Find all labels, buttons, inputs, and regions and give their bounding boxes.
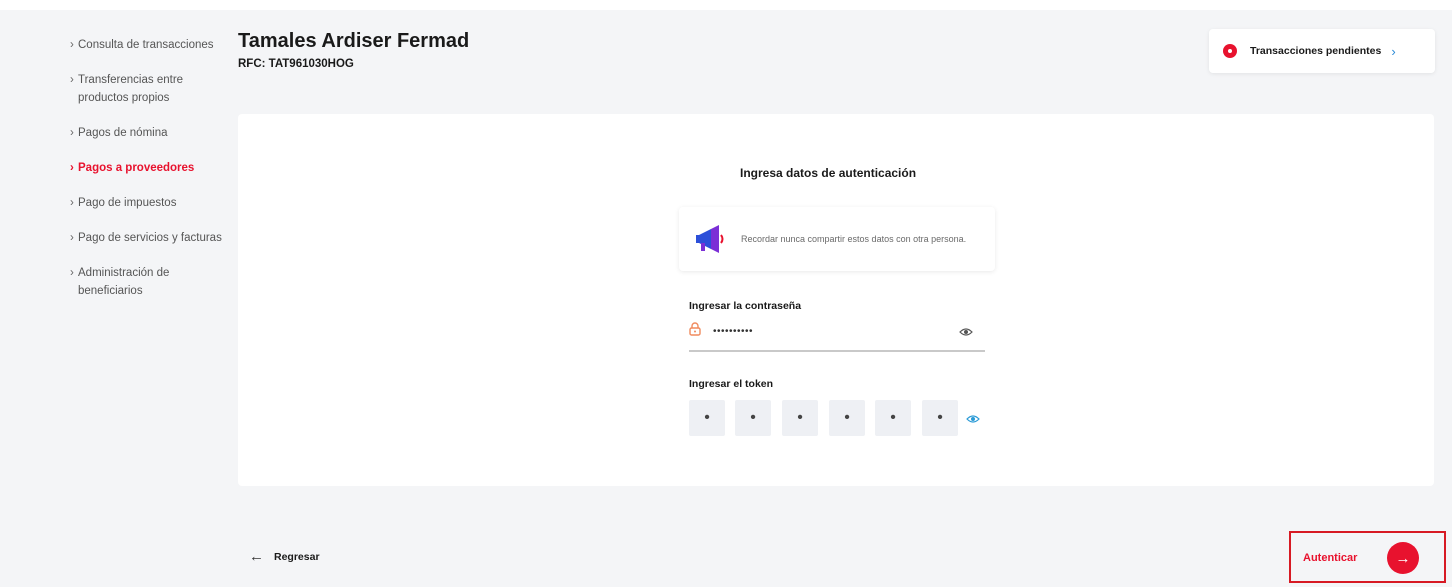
token-digit-input[interactable]: •: [782, 400, 818, 436]
lock-icon: [689, 322, 701, 336]
company-name: Tamales Ardiser Fermad: [238, 30, 470, 52]
back-label: Regresar: [274, 550, 320, 563]
token-label: Ingresar el token: [689, 378, 774, 390]
token-digit-value: •: [890, 409, 896, 426]
security-notice: Recordar nunca compartir estos datos con…: [679, 207, 995, 271]
eye-icon[interactable]: [966, 414, 980, 424]
token-digit-input[interactable]: •: [689, 400, 725, 436]
sidebar-item-label: Pagos a proveedores: [78, 162, 195, 174]
token-digit-input[interactable]: •: [829, 400, 865, 436]
auth-title: Ingresa datos de autenticación: [740, 166, 917, 180]
sidebar-item-consulta-transacciones[interactable]: › Consulta de transacciones: [70, 36, 235, 54]
sidebar-item-label: Pagos de nómina: [78, 127, 168, 139]
token-digit-value: •: [937, 409, 943, 426]
token-digit-value: •: [750, 409, 756, 426]
token-digit-value: •: [797, 409, 803, 426]
chevron-right-icon: ›: [70, 162, 74, 174]
sidebar-item-beneficiarios[interactable]: › Administración de beneficiarios: [70, 264, 235, 300]
sidebar-item-pago-impuestos[interactable]: › Pago de impuestos: [70, 194, 235, 212]
sidebar-item-label: Consulta de transacciones: [78, 39, 214, 51]
megaphone-icon: [696, 225, 724, 253]
sidebar-item-transferencias[interactable]: › Transferencias entre productos propios: [70, 71, 235, 107]
password-label: Ingresar la contraseña: [689, 300, 802, 312]
chevron-right-icon: ›: [70, 232, 74, 244]
app-frame: › Consulta de transacciones › Transferen…: [0, 0, 1452, 587]
sidebar-item-pagos-nomina[interactable]: › Pagos de nómina: [70, 124, 235, 142]
sidebar-item-label: Transferencias entre productos propios: [78, 74, 184, 104]
chevron-right-icon: ›: [70, 39, 74, 51]
token-digit-input[interactable]: •: [875, 400, 911, 436]
company-rfc: RFC: TAT961030HOG: [238, 58, 354, 70]
token-digit-value: •: [704, 409, 710, 426]
authenticate-label: Autenticar: [1303, 552, 1358, 564]
sidebar-item-label: Administración de beneficiarios: [78, 267, 170, 297]
arrow-left-icon: ←: [249, 548, 264, 565]
top-strip: [0, 0, 1452, 10]
token-digit-input[interactable]: •: [735, 400, 771, 436]
chevron-right-icon: ›: [70, 127, 74, 139]
chevron-right-icon: ›: [70, 197, 74, 209]
eye-icon[interactable]: [959, 327, 973, 337]
arrow-right-icon: →: [1387, 542, 1419, 574]
chevron-right-icon: ›: [70, 267, 74, 279]
authenticate-button[interactable]: Autenticar →: [1303, 541, 1421, 575]
alert-dot-icon: [1223, 44, 1237, 58]
back-button[interactable]: ← Regresar: [249, 548, 320, 565]
sidebar-nav: › Consulta de transacciones › Transferen…: [70, 36, 235, 317]
token-digit-value: •: [844, 409, 850, 426]
token-digit-input[interactable]: •: [922, 400, 958, 436]
sidebar-item-label: Pago de impuestos: [78, 197, 177, 209]
sidebar-item-pago-servicios[interactable]: › Pago de servicios y facturas: [70, 229, 235, 247]
chevron-right-icon: ›: [70, 74, 74, 86]
password-field[interactable]: [689, 318, 985, 352]
sidebar-item-label: Pago de servicios y facturas: [78, 232, 222, 244]
pending-transactions-button[interactable]: Transacciones pendientes ›: [1209, 29, 1435, 73]
pending-transactions-label: Transacciones pendientes: [1250, 45, 1382, 57]
chevron-right-icon: ›: [1391, 43, 1396, 59]
sidebar-item-pagos-proveedores[interactable]: › Pagos a proveedores: [70, 159, 235, 177]
notice-text: Recordar nunca compartir estos datos con…: [741, 234, 967, 244]
password-input[interactable]: [711, 322, 945, 340]
